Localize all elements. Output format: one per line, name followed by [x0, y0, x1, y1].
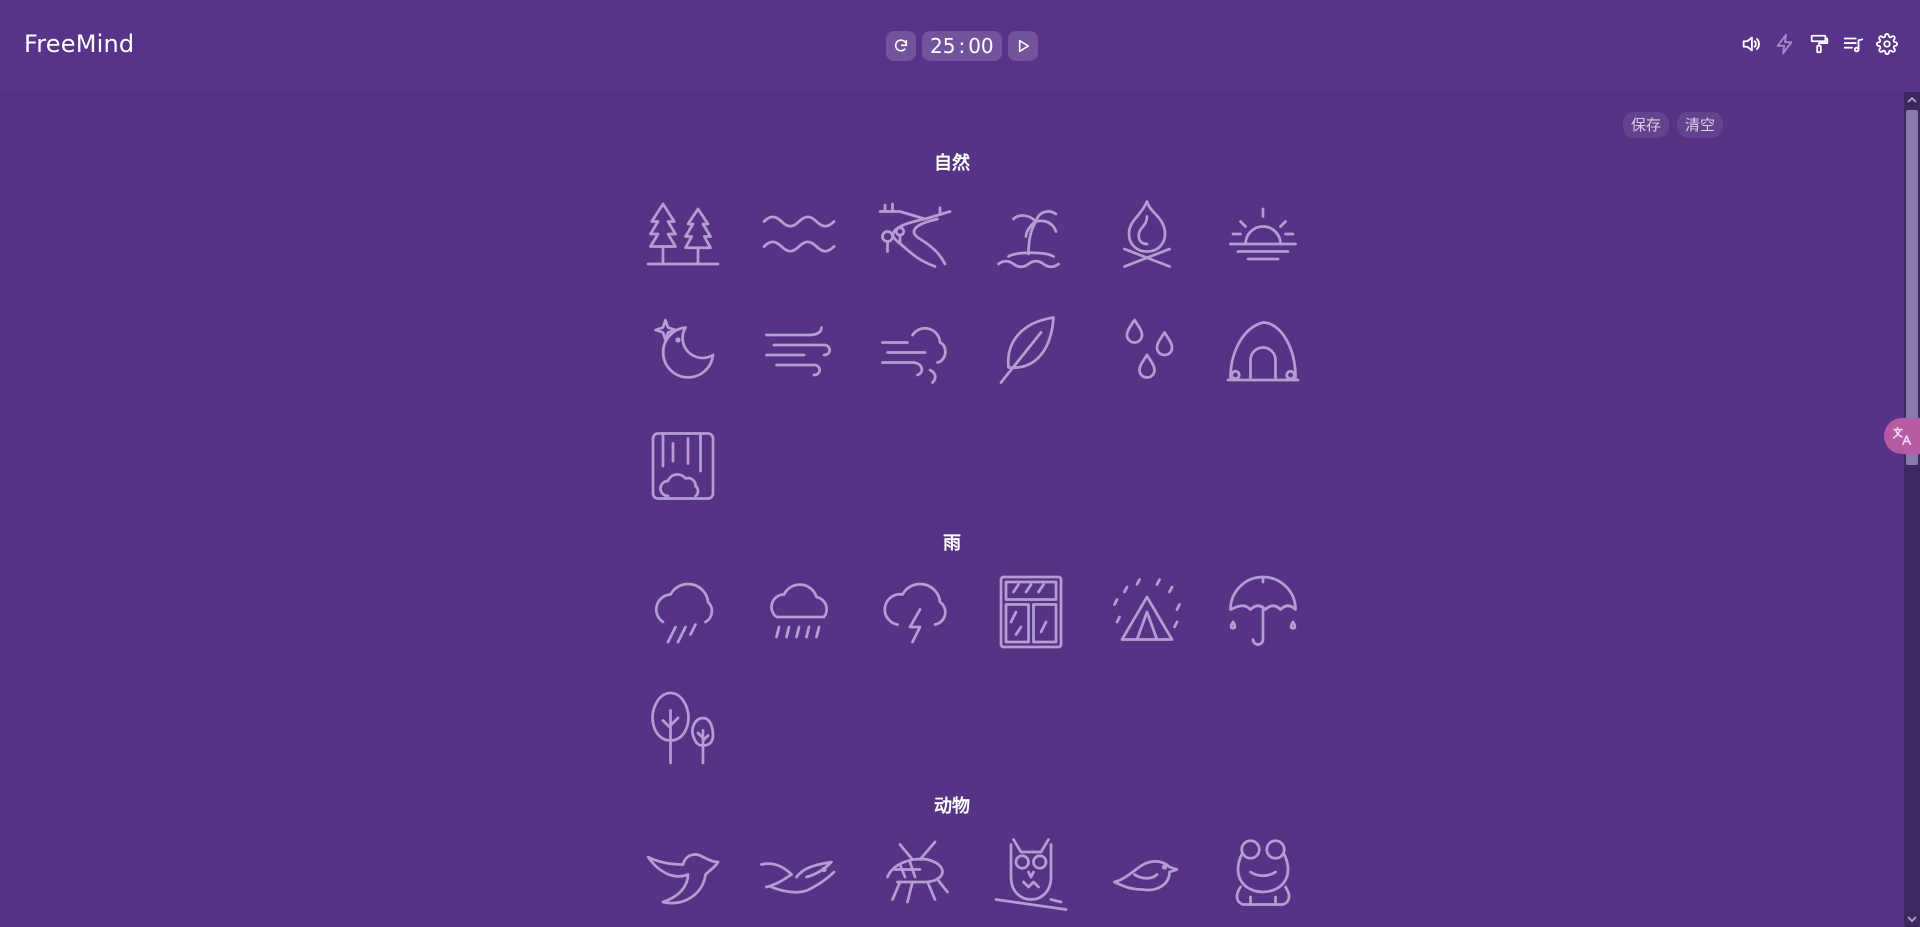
page-scrollbar[interactable]: [1904, 92, 1920, 927]
timer-separator: :: [958, 34, 966, 58]
sound-umbrella[interactable]: [1205, 554, 1321, 670]
sound-thunder[interactable]: [857, 554, 973, 670]
timer-seconds: 00: [968, 34, 994, 58]
gear-icon: [1876, 33, 1898, 55]
sound-drops[interactable]: [1089, 292, 1205, 408]
sound-light-rain[interactable]: [625, 554, 741, 670]
sound-cave[interactable]: [1205, 292, 1321, 408]
water-drops-icon: [1125, 318, 1174, 379]
river-icon: [878, 202, 952, 268]
wind-icon: [765, 326, 831, 377]
top-bar: FreeMind 25 : 00: [0, 0, 1920, 92]
sound-small-bird[interactable]: [1089, 814, 1205, 927]
section-title-nature: 自然: [934, 153, 970, 174]
owl-icon: [994, 838, 1068, 911]
thunder-cloud-icon: [883, 582, 947, 644]
scroll-up-arrow-icon[interactable]: [1904, 92, 1920, 108]
rain-tent-icon: [1113, 578, 1181, 641]
reset-timer-button[interactable]: [886, 31, 916, 61]
sound-wind-cloud[interactable]: [857, 292, 973, 408]
volume-button[interactable]: [1740, 33, 1762, 55]
sound-waves[interactable]: [741, 176, 857, 292]
refresh-icon: [894, 39, 908, 52]
leaf-icon: [999, 316, 1055, 384]
translate-icon: [1892, 426, 1912, 446]
sound-campfire[interactable]: [1089, 176, 1205, 292]
play-button[interactable]: [1007, 31, 1038, 61]
sound-waterfall[interactable]: [625, 408, 741, 524]
sound-rain-tent[interactable]: [1089, 554, 1205, 670]
night-moon-icon: [654, 318, 715, 379]
sound-wind[interactable]: [741, 292, 857, 408]
sound-forest[interactable]: [625, 176, 741, 292]
volume-icon: [1742, 36, 1760, 52]
toolbar-right: [1740, 33, 1898, 55]
rain-cloud-icon: [654, 582, 714, 644]
translate-badge[interactable]: [1884, 418, 1920, 454]
timer-display: 25 : 00: [922, 31, 1002, 61]
rain-trees-icon: [651, 691, 715, 765]
animal-sound-grid: [625, 814, 1321, 927]
cave-icon: [1226, 321, 1300, 382]
theme-button[interactable]: [1808, 33, 1830, 55]
cricket-icon: [886, 840, 949, 904]
sound-owl[interactable]: [973, 814, 1089, 927]
sound-night[interactable]: [625, 292, 741, 408]
frog-icon: [1235, 839, 1291, 906]
bird-icon: [646, 853, 720, 905]
sound-heavy-rain[interactable]: [741, 554, 857, 670]
rain-window-icon: [999, 575, 1063, 649]
sound-cricket[interactable]: [857, 814, 973, 927]
heavy-rain-icon: [770, 583, 829, 639]
wind-cloud-icon: [881, 326, 947, 384]
app-logo[interactable]: FreeMind: [24, 30, 134, 58]
playlist-button[interactable]: [1842, 33, 1864, 55]
sound-library: 保存 清空 自然 雨 动物: [0, 92, 1904, 927]
flash-button[interactable]: [1774, 33, 1796, 55]
sound-rain-trees[interactable]: [625, 670, 741, 786]
sound-island[interactable]: [973, 176, 1089, 292]
sound-bird[interactable]: [625, 814, 741, 927]
settings-button[interactable]: [1876, 33, 1898, 55]
nature-sound-grid: [625, 176, 1321, 524]
rain-sound-grid: [625, 554, 1321, 786]
lightning-icon: [1776, 33, 1793, 55]
seagull-icon: [760, 860, 836, 894]
paint-roller-icon: [1810, 34, 1829, 54]
preset-actions: 保存 清空: [1623, 112, 1724, 138]
play-icon: [1018, 39, 1029, 53]
waterfall-icon: [651, 432, 715, 500]
clear-button[interactable]: 清空: [1677, 112, 1724, 138]
sound-frog[interactable]: [1205, 814, 1321, 927]
sound-river[interactable]: [857, 176, 973, 292]
small-bird-icon: [1113, 860, 1179, 892]
sound-rain-window[interactable]: [973, 554, 1089, 670]
save-button[interactable]: 保存: [1623, 112, 1670, 138]
playlist-icon: [1843, 37, 1864, 53]
timer-minutes: 25: [930, 34, 956, 58]
umbrella-icon: [1229, 575, 1297, 646]
forest-icon: [646, 202, 720, 266]
section-title-rain: 雨: [943, 533, 961, 554]
scroll-thumb[interactable]: [1906, 110, 1918, 465]
campfire-icon: [1123, 200, 1171, 268]
sound-leaf[interactable]: [973, 292, 1089, 408]
sound-seagull[interactable]: [741, 814, 857, 927]
sunrise-icon: [1229, 207, 1297, 261]
waves-icon: [762, 215, 836, 253]
timer-controls: 25 : 00: [886, 31, 1038, 61]
sound-sunrise[interactable]: [1205, 176, 1321, 292]
palm-island-icon: [997, 210, 1060, 269]
scroll-down-arrow-icon[interactable]: [1904, 911, 1920, 927]
